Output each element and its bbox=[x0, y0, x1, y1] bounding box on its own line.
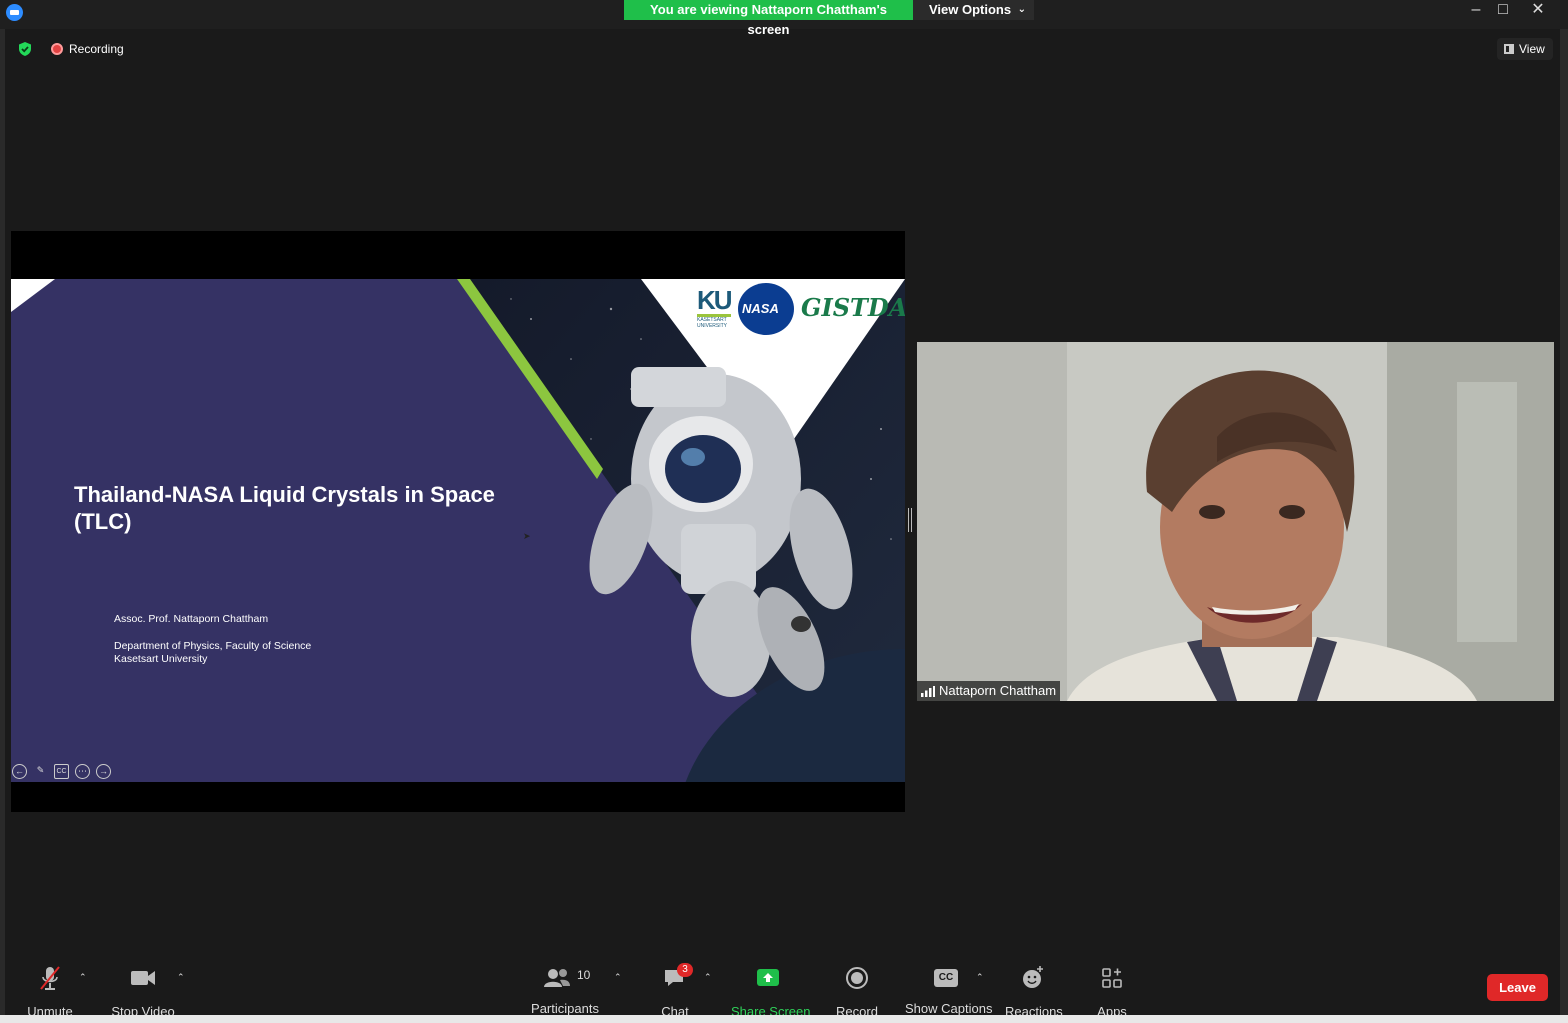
apps-icon bbox=[1102, 968, 1122, 988]
chat-unread-badge: 3 bbox=[677, 963, 693, 977]
participants-icon bbox=[544, 969, 570, 987]
back-arrow-icon[interactable]: ← bbox=[12, 764, 27, 779]
participant-name: Nattaporn Chattham bbox=[939, 683, 1057, 698]
more-icon[interactable]: ⋯ bbox=[75, 764, 90, 779]
leave-button[interactable]: Leave bbox=[1487, 974, 1548, 1001]
record-button[interactable]: Record bbox=[835, 965, 879, 1019]
grid-view-icon bbox=[1504, 44, 1514, 54]
encryption-shield-icon[interactable] bbox=[17, 41, 33, 57]
view-label: View bbox=[1519, 42, 1545, 56]
share-screen-button[interactable]: Share Screen bbox=[731, 965, 811, 1019]
mouse-pointer-icon: ➤ bbox=[523, 531, 531, 541]
nasa-logo: NASA bbox=[738, 283, 794, 335]
reactions-emoji-icon bbox=[1023, 966, 1043, 988]
zoom-meeting-window: You are viewing Nattaporn Chattham's scr… bbox=[0, 0, 1568, 1023]
microphone-muted-icon bbox=[40, 966, 60, 990]
screen-share-banner: You are viewing Nattaporn Chattham's scr… bbox=[624, 0, 1034, 37]
nasa-logo-text: NASA bbox=[742, 301, 779, 316]
participant-video-tile[interactable]: Nattaporn Chattham bbox=[917, 342, 1554, 701]
minimize-icon[interactable]: – bbox=[1461, 0, 1491, 22]
maximize-icon[interactable]: □ bbox=[1488, 0, 1518, 22]
captions-options-caret-icon[interactable]: ⌃ bbox=[976, 972, 984, 983]
view-options-button[interactable]: View Options ⌄ bbox=[913, 0, 1034, 20]
participants-label: Participants bbox=[531, 1001, 599, 1016]
cc-icon[interactable]: CC bbox=[54, 764, 69, 779]
title-bar: You are viewing Nattaporn Chattham's scr… bbox=[0, 0, 1568, 37]
ku-logo-sub2: UNIVERSITY bbox=[697, 323, 728, 329]
captions-icon: CC bbox=[934, 969, 958, 987]
recording-label[interactable]: Recording bbox=[69, 42, 124, 56]
panel-splitter-handle[interactable] bbox=[908, 508, 912, 532]
zoom-app-icon bbox=[6, 4, 23, 21]
ku-logo-text: KU bbox=[697, 285, 733, 315]
participants-button[interactable]: 10 Participants bbox=[530, 965, 600, 1016]
participant-video-feed bbox=[917, 342, 1554, 701]
video-options-caret-icon[interactable]: ⌃ bbox=[177, 972, 185, 983]
chat-options-caret-icon[interactable]: ⌃ bbox=[704, 972, 712, 983]
recording-icon[interactable] bbox=[51, 43, 63, 55]
close-icon[interactable]: ✕ bbox=[1523, 0, 1553, 22]
view-layout-button[interactable]: View bbox=[1497, 38, 1553, 60]
record-icon bbox=[846, 967, 868, 989]
share-screen-icon bbox=[757, 969, 779, 986]
signal-strength-icon bbox=[921, 686, 935, 697]
slide-department: Department of Physics, Faculty of Scienc… bbox=[114, 640, 312, 652]
reactions-button[interactable]: Reactions bbox=[1005, 965, 1063, 1019]
forward-arrow-icon[interactable]: → bbox=[96, 764, 111, 779]
video-camera-icon bbox=[131, 971, 155, 985]
view-options-label: View Options bbox=[929, 2, 1012, 17]
window-border-left bbox=[0, 29, 5, 1023]
meeting-toolbar: Unmute ⌃ Stop Video ⌃ 10 Participants ⌃ … bbox=[5, 955, 1560, 1019]
slide-author: Assoc. Prof. Nattaporn Chattham bbox=[114, 613, 269, 625]
unmute-button[interactable]: Unmute bbox=[27, 965, 73, 1019]
show-captions-button[interactable]: CC Show Captions bbox=[905, 965, 993, 1016]
participant-name-tag: Nattaporn Chattham bbox=[917, 681, 1061, 701]
ku-logo: KU KASETSART UNIVERSITY bbox=[697, 287, 737, 329]
slide-university: Kasetsart University bbox=[114, 653, 208, 665]
show-captions-label: Show Captions bbox=[905, 1001, 993, 1016]
shared-screen[interactable]: Thailand-NASA Liquid Crystals in Space (… bbox=[11, 231, 905, 812]
viewing-screen-label: You are viewing Nattaporn Chattham's scr… bbox=[624, 0, 913, 37]
chat-button[interactable]: 3 Chat bbox=[657, 963, 693, 1019]
slide-title: Thailand-NASA Liquid Crystals in Space (… bbox=[74, 482, 495, 534]
audio-options-caret-icon[interactable]: ⌃ bbox=[79, 972, 87, 983]
slide-controls: ← ✎ CC ⋯ → bbox=[12, 764, 111, 779]
stop-video-button[interactable]: Stop Video bbox=[111, 965, 175, 1019]
gistda-logo: GISTDA bbox=[801, 293, 905, 322]
participants-count: 10 bbox=[577, 968, 591, 982]
apps-button[interactable]: Apps bbox=[1096, 965, 1128, 1019]
pen-icon[interactable]: ✎ bbox=[33, 764, 48, 779]
chevron-down-icon: ⌄ bbox=[1017, 4, 1026, 15]
presentation-slide: Thailand-NASA Liquid Crystals in Space (… bbox=[11, 279, 905, 782]
window-border-right bbox=[1560, 29, 1568, 1023]
taskbar-edge bbox=[0, 1015, 1568, 1023]
participants-options-caret-icon[interactable]: ⌃ bbox=[614, 972, 622, 983]
